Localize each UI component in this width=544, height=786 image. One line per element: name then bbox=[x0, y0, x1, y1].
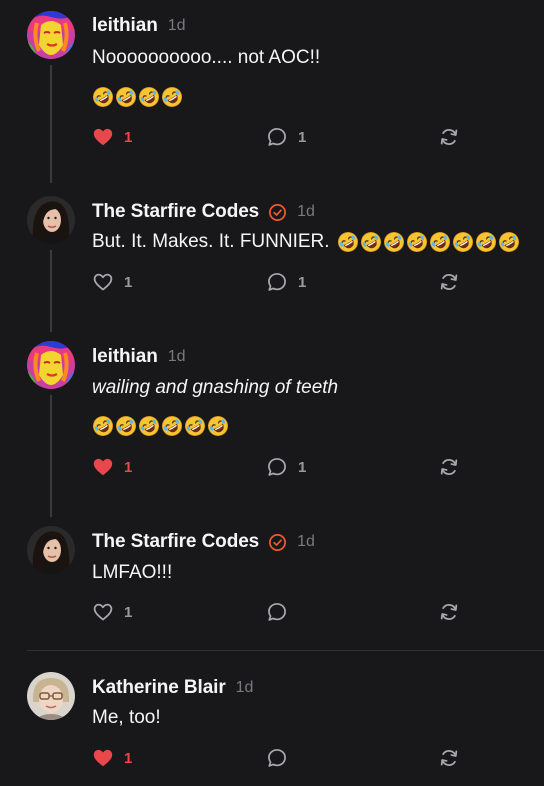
rolling-on-floor-laughing-emoji bbox=[360, 231, 382, 253]
heart-icon bbox=[92, 601, 114, 623]
author-name[interactable]: The Starfire Codes bbox=[92, 201, 259, 223]
avatar[interactable] bbox=[27, 341, 75, 389]
rolling-on-floor-laughing-emoji bbox=[161, 415, 183, 437]
repost-icon bbox=[438, 126, 460, 148]
comment-bubble-icon bbox=[266, 271, 288, 293]
post-text: Noooooooooo.... not AOC!! bbox=[92, 47, 321, 68]
avatar[interactable] bbox=[27, 672, 75, 720]
repost-icon bbox=[438, 747, 460, 769]
like-count: 1 bbox=[124, 273, 133, 291]
like-button[interactable]: 1 bbox=[92, 601, 132, 623]
repost-icon bbox=[438, 456, 460, 478]
comment-bubble-icon bbox=[266, 747, 288, 769]
rolling-on-floor-laughing-emoji bbox=[115, 415, 137, 437]
post-header: leithian 1d bbox=[92, 15, 186, 37]
rolling-on-floor-laughing-emoji bbox=[429, 231, 451, 253]
post-text: wailing and gnashing of teeth bbox=[92, 377, 339, 398]
reply-button[interactable]: 1 bbox=[266, 126, 306, 148]
author-name[interactable]: The Starfire Codes bbox=[92, 531, 259, 553]
rolling-on-floor-laughing-emoji bbox=[161, 86, 183, 108]
like-count: 1 bbox=[124, 603, 133, 621]
rolling-on-floor-laughing-emoji bbox=[92, 86, 114, 108]
rolling-on-floor-laughing-emoji bbox=[138, 86, 160, 108]
rolling-on-floor-laughing-emoji bbox=[184, 415, 206, 437]
action-bar: 1 bbox=[92, 601, 472, 625]
repost-button[interactable] bbox=[438, 456, 460, 478]
avatar[interactable] bbox=[27, 11, 75, 59]
thread-divider bbox=[27, 650, 544, 651]
action-bar: 1 1 bbox=[92, 456, 472, 480]
comment-bubble-icon bbox=[266, 456, 288, 478]
rolling-on-floor-laughing-emoji bbox=[207, 415, 229, 437]
author-name[interactable]: leithian bbox=[92, 346, 158, 368]
timestamp[interactable]: 1d bbox=[168, 348, 186, 366]
like-count: 1 bbox=[124, 749, 133, 767]
reply-count: 1 bbox=[298, 273, 307, 291]
heart-icon bbox=[92, 747, 114, 769]
reply-count: 1 bbox=[298, 128, 307, 146]
reply-button[interactable]: 1 bbox=[266, 456, 306, 478]
repost-button[interactable] bbox=[438, 601, 460, 623]
emoji-row bbox=[337, 231, 521, 253]
rolling-on-floor-laughing-emoji bbox=[383, 231, 405, 253]
post-text: But. It. Makes. It. FUNNIER. bbox=[92, 231, 330, 252]
reply-button[interactable] bbox=[266, 601, 288, 623]
heart-icon bbox=[92, 126, 114, 148]
repost-icon bbox=[438, 601, 460, 623]
reply-count: 1 bbox=[298, 458, 307, 476]
avatar[interactable] bbox=[27, 526, 75, 574]
author-name[interactable]: leithian bbox=[92, 15, 158, 37]
reply-button[interactable] bbox=[266, 747, 288, 769]
verified-check-icon bbox=[268, 203, 287, 222]
timestamp[interactable]: 1d bbox=[297, 533, 315, 551]
post-text-line: But. It. Makes. It. FUNNIER. bbox=[92, 231, 521, 253]
rolling-on-floor-laughing-emoji bbox=[452, 231, 474, 253]
action-bar: 1 1 bbox=[92, 271, 472, 295]
post-text: Me, too! bbox=[92, 707, 161, 728]
heart-icon bbox=[92, 271, 114, 293]
avatar[interactable] bbox=[27, 196, 75, 244]
thread-line bbox=[50, 395, 52, 517]
like-count: 1 bbox=[124, 458, 133, 476]
like-button[interactable]: 1 bbox=[92, 126, 132, 148]
emoji-row bbox=[92, 86, 184, 108]
like-count: 1 bbox=[124, 128, 133, 146]
action-bar: 1 1 bbox=[92, 126, 472, 150]
post-header: leithian 1d bbox=[92, 346, 186, 368]
like-button[interactable]: 1 bbox=[92, 747, 132, 769]
post-header: The Starfire Codes 1d bbox=[92, 201, 315, 223]
timestamp[interactable]: 1d bbox=[168, 17, 186, 35]
rolling-on-floor-laughing-emoji bbox=[138, 415, 160, 437]
verified-check-icon bbox=[268, 533, 287, 552]
post-text: LMFAO!!! bbox=[92, 562, 173, 583]
like-button[interactable]: 1 bbox=[92, 456, 132, 478]
repost-button[interactable] bbox=[438, 747, 460, 769]
repost-button[interactable] bbox=[438, 126, 460, 148]
emoji-row bbox=[92, 415, 230, 437]
post-header: Katherine Blair 1d bbox=[92, 677, 253, 699]
heart-icon bbox=[92, 456, 114, 478]
rolling-on-floor-laughing-emoji bbox=[115, 86, 137, 108]
comment-bubble-icon bbox=[266, 601, 288, 623]
thread-line bbox=[50, 65, 52, 183]
reply-button[interactable]: 1 bbox=[266, 271, 306, 293]
rolling-on-floor-laughing-emoji bbox=[498, 231, 520, 253]
post-header: The Starfire Codes 1d bbox=[92, 531, 315, 553]
repost-icon bbox=[438, 271, 460, 293]
repost-button[interactable] bbox=[438, 271, 460, 293]
rolling-on-floor-laughing-emoji bbox=[406, 231, 428, 253]
action-bar: 1 bbox=[92, 747, 472, 771]
author-name[interactable]: Katherine Blair bbox=[92, 677, 226, 699]
thread-line bbox=[50, 250, 52, 332]
like-button[interactable]: 1 bbox=[92, 271, 132, 293]
comment-bubble-icon bbox=[266, 126, 288, 148]
timestamp[interactable]: 1d bbox=[297, 203, 315, 221]
timestamp[interactable]: 1d bbox=[236, 679, 254, 697]
rolling-on-floor-laughing-emoji bbox=[337, 231, 359, 253]
rolling-on-floor-laughing-emoji bbox=[92, 415, 114, 437]
rolling-on-floor-laughing-emoji bbox=[475, 231, 497, 253]
